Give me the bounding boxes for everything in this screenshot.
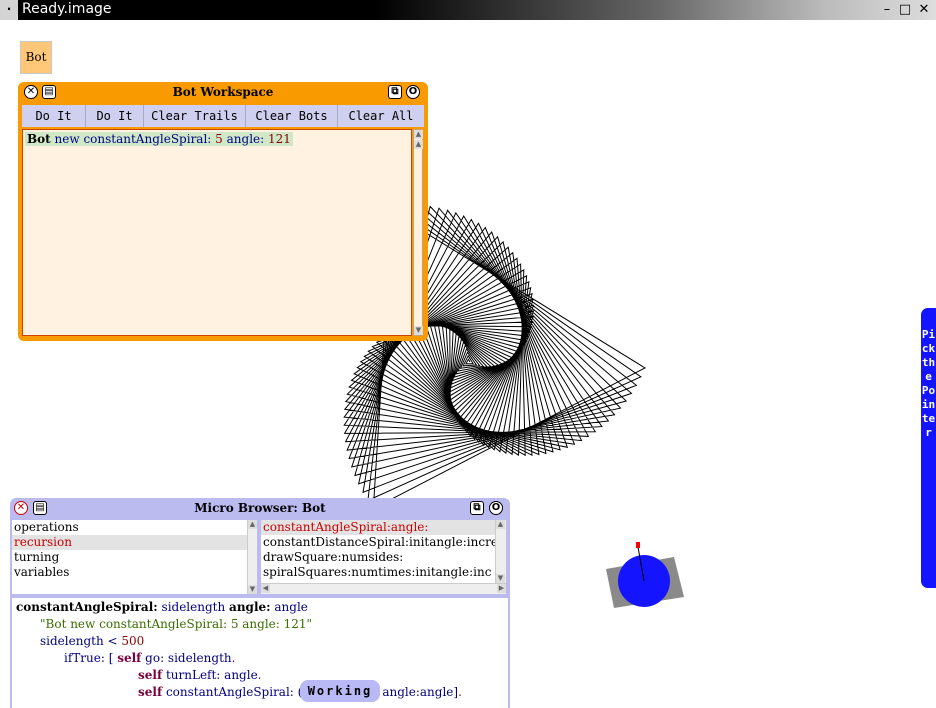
category-item-selected[interactable]: recursion — [12, 535, 247, 550]
expand-icon[interactable]: O — [489, 501, 503, 515]
bot-flap[interactable]: Bot — [20, 41, 52, 74]
method-source-pane[interactable]: constantAngleSpiral: sidelength angle: a… — [12, 598, 508, 708]
category-item[interactable]: turning — [12, 550, 247, 565]
code-line-2: "Bot new constantAngleSpiral: 5 angle: 1… — [40, 617, 313, 631]
method-item-selected[interactable]: constantAngleSpiral:angle: — [261, 520, 495, 535]
code-text: go: sidelength — [145, 651, 232, 665]
method-scrollbar[interactable]: ▲ ▼ — [495, 520, 506, 583]
code-line-1: constantAngleSpiral: sidelength angle: a… — [16, 600, 308, 614]
scroll-up-icon-2[interactable]: ▲ — [414, 140, 423, 149]
micro-browser-window: Micro Browser: Bot ✕ ▤ ⧉ O operations re… — [10, 498, 510, 708]
working-indicator: Working — [300, 680, 380, 702]
side-flap-label: Pick the Pointer — [921, 328, 936, 439]
do-it-button[interactable]: Do It — [86, 105, 144, 127]
scroll-up-icon[interactable]: ▲ — [414, 130, 423, 139]
scroll-up-icon[interactable]: ▲ — [496, 520, 505, 529]
code-line-3: sidelength < 500 — [40, 634, 144, 648]
scroll-down-icon[interactable]: ▼ — [414, 326, 423, 335]
code-text: ifTrue: [ — [64, 651, 114, 665]
clear-bots-button[interactable]: Clear Bots — [246, 105, 338, 127]
code-arg: sidelength — [40, 634, 104, 648]
workspace-text-area[interactable]: Bot new constantAngleSpiral: 5 angle: 12… — [22, 129, 412, 336]
code-keyword2: angle: — [226, 132, 265, 146]
code-self: self — [138, 685, 163, 699]
code-line-4: ifTrue: [ self go: sidelength. — [64, 651, 235, 665]
workspace-scrollbar[interactable]: ▲ ▲ ▼ — [413, 129, 423, 336]
menu-icon[interactable]: ▤ — [42, 85, 56, 99]
scroll-down-icon[interactable]: ▼ — [248, 585, 257, 594]
category-item[interactable]: operations — [12, 520, 247, 535]
code-text: turnLeft: angle — [165, 668, 258, 682]
code-period: . — [458, 685, 462, 699]
clear-trails-button[interactable]: Clear Trails — [144, 105, 246, 127]
code-arg1: 5 — [215, 132, 223, 146]
turtle-bot[interactable] — [606, 542, 684, 608]
code-number: 500 — [121, 634, 145, 648]
scroll-up-icon[interactable]: ▲ — [248, 520, 257, 529]
clear-all-button[interactable]: Clear All — [338, 105, 424, 127]
code-arg: sidelength — [161, 600, 226, 614]
close-icon[interactable]: ✕ — [24, 85, 38, 99]
method-item[interactable]: drawSquare:numsides: — [261, 550, 495, 565]
code-selector: constantAngleSpiral: — [16, 600, 158, 614]
code-message: new constantAngleSpiral: — [54, 132, 212, 146]
category-scrollbar[interactable]: ▲ ▼ — [247, 520, 257, 594]
collapse-icon[interactable]: ⧉ — [470, 501, 484, 515]
workspace-code-line: Bot new constantAngleSpiral: 5 angle: 12… — [25, 132, 293, 146]
method-hscrollbar[interactable]: ◀ ▶ — [261, 583, 506, 594]
turtle-heading-marker — [636, 542, 640, 548]
browser-title: Micro Browser: Bot — [194, 501, 326, 515]
scroll-down-icon[interactable]: ▼ — [496, 574, 505, 583]
code-self: self — [138, 668, 163, 682]
category-list[interactable]: operations recursion turning variables — [12, 520, 247, 594]
code-period: . — [231, 651, 236, 665]
code-receiver: Bot — [27, 132, 51, 146]
scroll-right-icon[interactable]: ▶ — [497, 584, 506, 593]
do-it-all-button[interactable]: Do It All — [22, 105, 86, 145]
method-item[interactable]: constantDistanceSpiral:initangle:incre — [261, 535, 495, 550]
method-item[interactable]: spiralSquares:numtimes:initangle:inc — [261, 565, 495, 580]
collapse-icon[interactable]: ⧉ — [388, 85, 402, 99]
code-period: . — [257, 668, 262, 682]
scroll-left-icon[interactable]: ◀ — [261, 584, 270, 593]
workspace-toolbar: Do It All Do It Clear Trails Clear Bots … — [22, 105, 424, 145]
menu-icon[interactable]: ▤ — [33, 501, 47, 515]
workspace-title: Bot Workspace — [172, 85, 274, 99]
code-operator: < — [107, 634, 118, 648]
pick-the-pointer-flap[interactable]: Pick the Pointer — [921, 308, 936, 588]
method-list[interactable]: constantAngleSpiral:angle: constantDista… — [261, 520, 495, 583]
code-arg: angle — [274, 600, 308, 614]
code-text: constantAngleSpiral: (si — [165, 685, 313, 699]
close-icon[interactable]: ✕ — [14, 501, 28, 515]
code-text: angle:angle] — [382, 685, 459, 699]
category-item[interactable]: variables — [12, 565, 247, 580]
expand-icon[interactable]: O — [406, 85, 420, 99]
code-self: self — [117, 651, 142, 665]
bot-workspace-window: Bot Workspace ✕ ▤ ⧉ O Do It All Do It Cl… — [18, 82, 428, 341]
code-arg2: 121 — [268, 132, 291, 146]
code-line-5: self turnLeft: angle. — [138, 668, 262, 682]
code-selector: angle: — [229, 600, 271, 614]
